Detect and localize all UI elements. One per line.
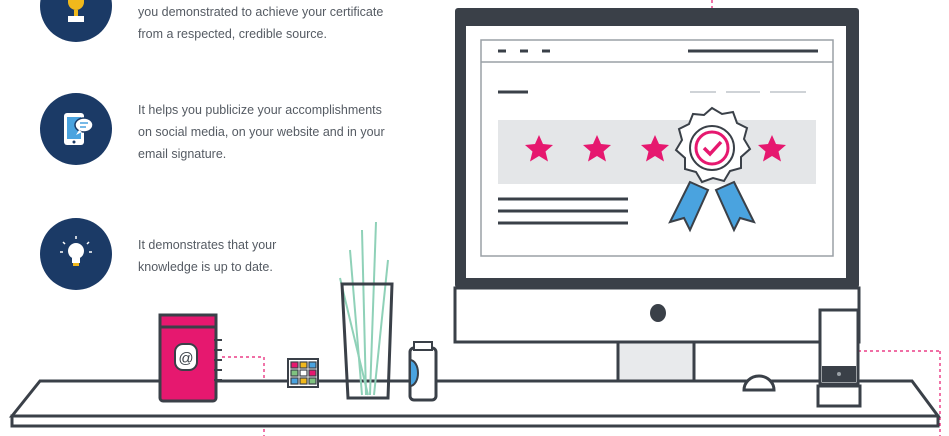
desk-illustration: @ bbox=[8, 0, 941, 436]
book-symbol: @ bbox=[178, 350, 193, 367]
can-icon bbox=[408, 341, 438, 402]
speaker-icon bbox=[816, 308, 862, 408]
rubiks-cube-icon bbox=[287, 358, 319, 388]
desk bbox=[8, 379, 941, 428]
notebook-icon: @ bbox=[158, 313, 222, 403]
vase-icon bbox=[339, 221, 394, 400]
mouse-icon bbox=[742, 374, 776, 392]
